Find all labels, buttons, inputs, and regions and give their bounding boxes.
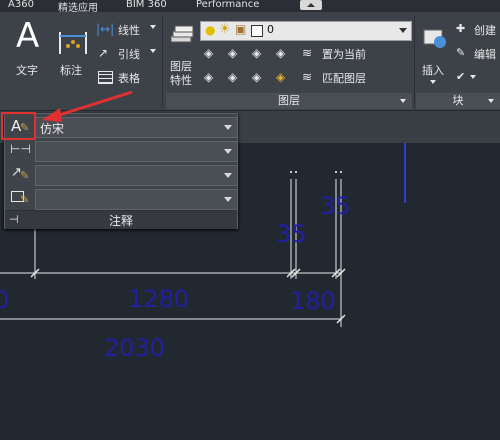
layer-tool-icon[interactable]: ◈ bbox=[252, 46, 261, 60]
layer-tool-icon[interactable]: ◈ bbox=[228, 46, 237, 60]
lock-icon: ▣ bbox=[235, 22, 247, 36]
match-layer-label: 匹配图层 bbox=[322, 72, 366, 85]
multileader-style-dropdown[interactable] bbox=[35, 165, 238, 186]
lightbulb-icon: ● bbox=[205, 23, 216, 37]
annotation-panel-expanded: A ✎ 仿宋 ⊢⊣ ↗ ✎ ✎ ⊣ 注释 bbox=[4, 113, 238, 229]
annotation-arrow bbox=[42, 90, 133, 122]
menu-tab-a360[interactable]: A360 bbox=[8, 0, 34, 10]
block-panel-label[interactable]: 块 bbox=[416, 93, 500, 109]
linear-button[interactable]: |↔| 线性 bbox=[96, 22, 158, 38]
annotation-panel-footer[interactable]: ⊣ 注释 bbox=[5, 210, 237, 229]
leader-icon: ↗ bbox=[98, 46, 109, 60]
table-button[interactable]: 表格 bbox=[96, 70, 158, 86]
table-icon bbox=[98, 71, 113, 84]
layer-dropdown[interactable]: ● ☀ ▣ 0 bbox=[200, 21, 412, 41]
set-current-button[interactable]: ≋ 置为当前 bbox=[302, 46, 382, 62]
chevron-down-icon bbox=[224, 197, 232, 202]
chevron-down-icon bbox=[400, 99, 406, 103]
layer-tool-icon[interactable]: ◈ bbox=[228, 70, 237, 84]
insert-label: 插入 bbox=[422, 64, 444, 77]
text-a-icon: A bbox=[16, 16, 40, 56]
layer-tool-icon[interactable]: ◈ bbox=[204, 46, 213, 60]
panel-separator bbox=[414, 16, 415, 108]
dimension-style-icon[interactable]: ⊢⊣ bbox=[8, 140, 31, 160]
set-current-icon: ≋ bbox=[302, 46, 313, 60]
multileader-style-icon[interactable]: ↗ ✎ bbox=[8, 164, 30, 184]
dimension-text: 35 bbox=[276, 220, 307, 248]
menu-bar: A360 精选应用 BIM 360 Performance bbox=[0, 0, 500, 14]
layer-stack-icon bbox=[170, 25, 194, 43]
block-panel-title: 块 bbox=[452, 94, 464, 107]
edit-block-button[interactable]: ✎ 编辑 bbox=[456, 46, 500, 62]
block-attribute-button[interactable]: ✔ bbox=[456, 70, 500, 86]
set-current-label: 置为当前 bbox=[322, 48, 366, 61]
text-button-label: 文字 bbox=[16, 64, 38, 77]
chevron-down-icon bbox=[224, 173, 232, 178]
dimension-button[interactable]: 标注 bbox=[56, 16, 92, 88]
menu-tab-performance[interactable]: Performance bbox=[196, 0, 259, 10]
leader-button[interactable]: ↗ 引线 bbox=[96, 46, 158, 62]
dimension-text: 1280 bbox=[128, 285, 190, 313]
dimension-text: 35 bbox=[320, 192, 351, 220]
highlight-box bbox=[1, 112, 36, 140]
panel-separator bbox=[162, 16, 163, 108]
table-style-dropdown[interactable] bbox=[35, 189, 238, 210]
layer-color-swatch bbox=[251, 25, 263, 37]
dimension-text: 0 bbox=[0, 286, 10, 314]
edit-block-icon: ✎ bbox=[456, 46, 466, 59]
create-label: 创建 bbox=[474, 24, 496, 37]
edit-label: 编辑 bbox=[474, 48, 496, 61]
layer-properties-label-2: 特性 bbox=[170, 74, 192, 87]
dimension-text: 180 bbox=[290, 287, 336, 315]
menu-tab-bim360[interactable]: BIM 360 bbox=[126, 0, 167, 10]
insert-button[interactable]: 插入 bbox=[418, 20, 450, 90]
attribute-icon: ✔ bbox=[456, 70, 466, 83]
linear-dim-icon: |↔| bbox=[96, 22, 115, 36]
chevron-down-icon bbox=[150, 49, 156, 53]
table-style-icon[interactable]: ✎ bbox=[8, 188, 30, 208]
dimension-style-dropdown[interactable] bbox=[35, 141, 238, 162]
layer-tools-row-2: ◈ ◈ ◈ ◈ bbox=[204, 70, 314, 86]
layer-tools-row-1: ◈ ◈ ◈ ◈ bbox=[204, 46, 314, 62]
match-layer-icon: ≋ bbox=[302, 70, 313, 84]
layers-panel-label[interactable]: 图层 bbox=[166, 93, 412, 109]
ribbon-options-button[interactable] bbox=[300, 0, 322, 10]
chevron-down-icon bbox=[224, 125, 232, 130]
layer-tool-icon[interactable]: ◈ bbox=[204, 70, 213, 84]
chevron-down-icon bbox=[150, 25, 156, 29]
pin-icon[interactable]: ⊣ bbox=[9, 213, 19, 226]
layer-tool-icon[interactable]: ◈ bbox=[276, 46, 285, 60]
layer-tool-icon[interactable]: ◈ bbox=[252, 70, 261, 84]
chevron-down-icon bbox=[470, 75, 476, 79]
layer-properties-button[interactable]: 图层 特性 bbox=[166, 20, 198, 88]
match-layer-button[interactable]: ≋ 匹配图层 bbox=[302, 70, 382, 86]
insert-block-icon bbox=[423, 29, 446, 48]
create-block-icon: ✚ bbox=[456, 22, 466, 35]
chevron-down-icon bbox=[399, 28, 407, 33]
chevron-down-icon bbox=[430, 80, 436, 84]
layer-tool-icon[interactable]: ◈ bbox=[276, 70, 285, 84]
chevron-down-icon bbox=[488, 99, 494, 103]
dimension-icon bbox=[59, 32, 87, 54]
dimension-button-label: 标注 bbox=[60, 64, 82, 77]
text-button[interactable]: A 文字 bbox=[10, 16, 50, 88]
table-label: 表格 bbox=[118, 72, 140, 85]
chevron-down-icon bbox=[224, 149, 232, 154]
linear-label: 线性 bbox=[118, 24, 140, 37]
create-block-button[interactable]: ✚ 创建 bbox=[456, 22, 500, 38]
leader-label: 引线 bbox=[118, 48, 140, 61]
annotation-panel-title: 注释 bbox=[109, 214, 134, 228]
dimension-text: 2030 bbox=[104, 334, 166, 362]
layer-name: 0 bbox=[267, 23, 274, 36]
sun-icon: ☀ bbox=[219, 22, 231, 37]
layers-panel-title: 图层 bbox=[278, 94, 300, 107]
